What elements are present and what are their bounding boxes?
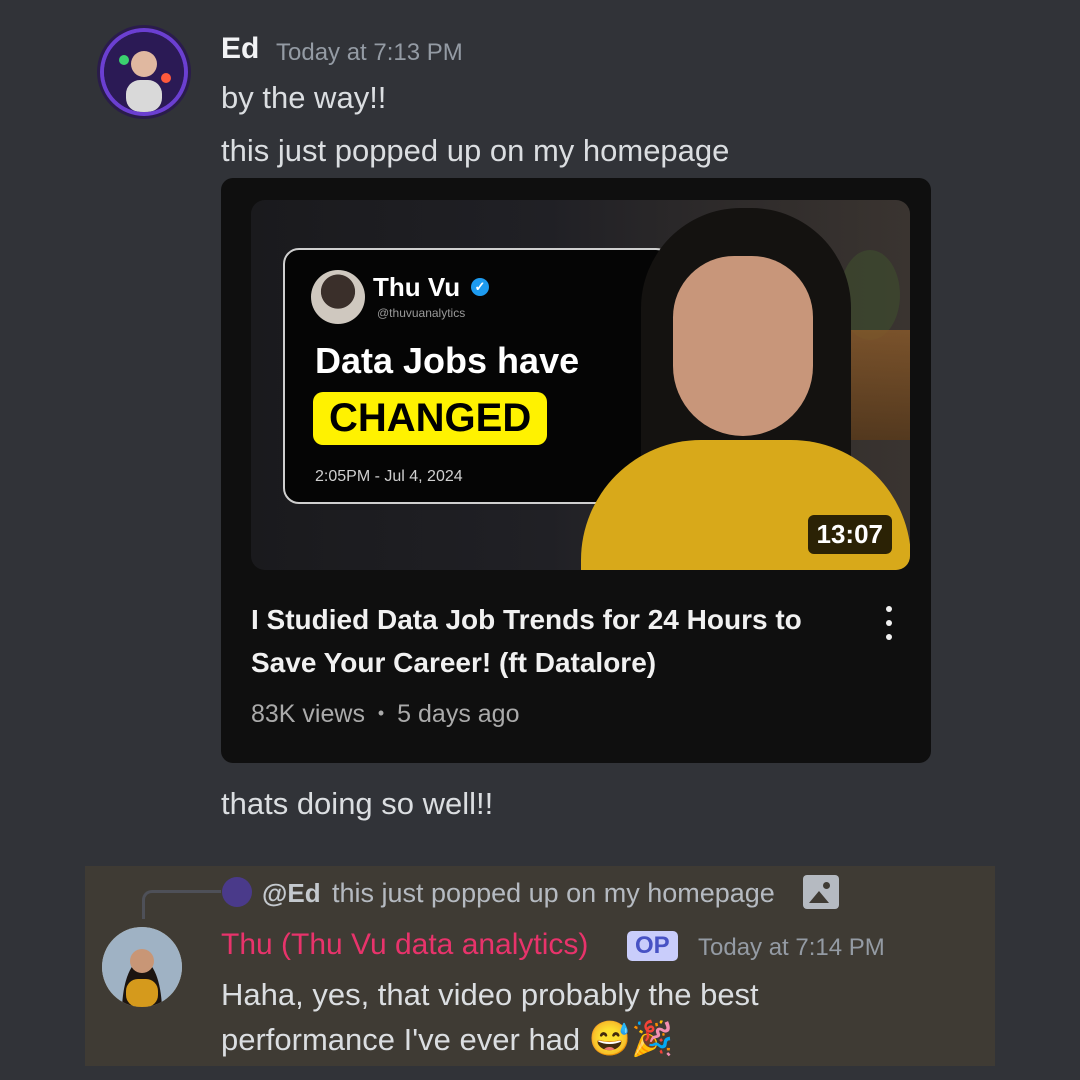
referenced-avatar[interactable] — [222, 877, 252, 907]
tweet-avatar — [311, 270, 365, 324]
more-vertical-icon[interactable] — [883, 606, 895, 650]
tweet-highlight: CHANGED — [313, 392, 548, 445]
avatar-thu[interactable] — [102, 927, 182, 1007]
avatar-ed[interactable] — [104, 32, 184, 112]
image-icon — [803, 875, 839, 909]
video-meta: 83K views • 5 days ago — [251, 700, 520, 729]
author-name[interactable]: Ed — [221, 32, 259, 66]
reply-body: Haha, yes, that video probably the best … — [221, 972, 941, 1062]
tweet-name: Thu Vu — [373, 272, 461, 302]
reply-timestamp[interactable]: Today at 7:14 PM — [698, 934, 885, 962]
op-badge: OP — [627, 931, 678, 961]
tweet-handle: @thuvuanalytics — [377, 306, 466, 320]
sweat-smile-emoji[interactable]: 😅 — [589, 1020, 631, 1058]
avatar-thu-image — [102, 927, 182, 1007]
message-line-3: thats doing so well!! — [221, 786, 494, 821]
verified-check-icon: ✓ — [471, 278, 489, 296]
reply-spine — [142, 890, 221, 919]
reply-author-name[interactable]: Thu (Thu Vu data analytics) — [221, 928, 588, 962]
tweet-headline: Data Jobs have — [315, 340, 580, 381]
avatar-ed-image — [104, 32, 184, 112]
tweet-date: 2:05PM - Jul 4, 2024 — [315, 468, 463, 485]
video-embed[interactable]: Thu Vu ✓ @thuvuanalytics Data Jobs have … — [221, 178, 931, 763]
message-line-1: by the way!! — [221, 80, 387, 115]
reply-text: Haha, yes, that video probably the best … — [221, 977, 759, 1057]
referenced-message-text[interactable]: this just popped up on my homepage — [332, 878, 775, 909]
meta-separator: • — [377, 703, 385, 723]
video-age: 5 days ago — [397, 700, 520, 728]
message-line-2: this just popped up on my homepage — [221, 133, 730, 168]
video-thumbnail[interactable]: Thu Vu ✓ @thuvuanalytics Data Jobs have … — [251, 200, 910, 570]
message-timestamp[interactable]: Today at 7:13 PM — [276, 39, 463, 67]
video-title[interactable]: I Studied Data Job Trends for 24 Hours t… — [251, 598, 831, 684]
video-duration: 13:07 — [807, 515, 892, 554]
party-popper-emoji[interactable]: 🎉 — [631, 1020, 673, 1058]
referenced-user[interactable]: @Ed — [262, 878, 321, 909]
video-views: 83K views — [251, 700, 365, 728]
